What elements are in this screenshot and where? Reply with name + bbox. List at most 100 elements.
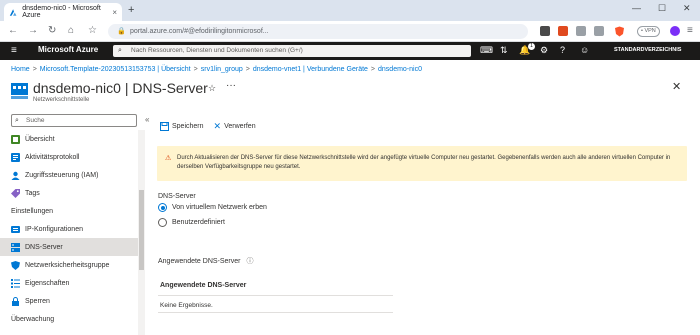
sidebar-item-locks[interactable]: Sperren bbox=[0, 292, 138, 310]
notification-count-badge: 1 bbox=[528, 43, 535, 50]
sidebar-item-properties[interactable]: Eigenschaften bbox=[0, 274, 138, 292]
azure-brand[interactable]: Microsoft Azure bbox=[38, 45, 98, 54]
overview-icon bbox=[11, 134, 20, 144]
help-icon[interactable]: ? bbox=[560, 45, 565, 55]
sidebar-item-label: Netzwerksicherheitsgruppe bbox=[25, 261, 110, 269]
sidebar-item-dns-server[interactable]: DNS-Server bbox=[0, 238, 138, 256]
more-options-icon[interactable]: ··· bbox=[226, 80, 236, 91]
feedback-icon[interactable]: ☺ bbox=[580, 45, 589, 55]
extension-icon[interactable] bbox=[540, 26, 550, 36]
cloud-shell-icon[interactable]: ⌨ bbox=[480, 45, 493, 56]
dns-server-icon bbox=[11, 242, 20, 252]
applied-dns-table: Angewendete DNS-Server Keine Ergebnisse. bbox=[158, 279, 393, 313]
minimize-window-button[interactable]: — bbox=[632, 3, 641, 13]
warning-icon: ⚠ bbox=[165, 155, 172, 162]
close-window-button[interactable]: ✕ bbox=[683, 3, 691, 14]
radio-custom-label: Benutzerdefiniert bbox=[172, 219, 225, 226]
browser-tab-strip: dnsdemo-nic0 - Microsoft Azure × + — ☐ ✕ bbox=[0, 0, 700, 21]
sidebar-item-iam[interactable]: Zugriffssteuerung (IAM) bbox=[0, 166, 138, 184]
sidebar-item-label: Eigenschaften bbox=[25, 279, 70, 287]
radio-inherit-label: Von virtuellem Netzwerk erben bbox=[172, 204, 267, 211]
dns-server-label: DNS-Server bbox=[158, 193, 196, 200]
azure-top-bar: ≡ Microsoft Azure ⌕ Nach Ressourcen, Die… bbox=[0, 42, 700, 60]
breadcrumb-deployment[interactable]: Microsoft.Template-20230513153753 | Über… bbox=[40, 66, 191, 73]
back-button[interactable]: ← bbox=[8, 25, 18, 36]
network-interface-icon bbox=[11, 83, 28, 99]
discard-x-icon: ✕ bbox=[213, 121, 222, 131]
applied-dns-heading: Angewendete DNS-Server ⓘ bbox=[158, 256, 253, 266]
maximize-window-button[interactable]: ☐ bbox=[658, 3, 666, 14]
new-tab-button[interactable]: + bbox=[128, 4, 134, 16]
discard-label: Verwerfen bbox=[224, 123, 256, 130]
save-button[interactable]: Speichern bbox=[160, 122, 204, 131]
bookmark-page-button[interactable]: ☆ bbox=[88, 25, 97, 36]
lock-icon bbox=[12, 296, 19, 306]
forward-button[interactable]: → bbox=[28, 25, 38, 36]
url-text: portal.azure.com/#@efodirilingitonmicros… bbox=[130, 28, 269, 35]
profile-avatar[interactable] bbox=[670, 26, 680, 36]
activity-log-icon bbox=[11, 152, 20, 162]
brave-shield-icon[interactable] bbox=[614, 26, 625, 37]
iam-icon bbox=[11, 171, 20, 180]
radio-unselected-icon bbox=[158, 218, 167, 227]
global-search-input[interactable]: ⌕ Nach Ressourcen, Diensten und Dokument… bbox=[113, 45, 471, 57]
warning-text: Durch Aktualisieren der DNS-Server für d… bbox=[177, 155, 671, 170]
sidebar-item-ip-configurations[interactable]: IP-Konfigurationen bbox=[0, 220, 138, 238]
discard-button[interactable]: ✕ Verwerfen bbox=[214, 121, 256, 132]
reload-button[interactable]: ↻ bbox=[48, 25, 56, 36]
browser-menu-icon[interactable]: ≡ bbox=[687, 25, 693, 36]
close-blade-icon[interactable]: ✕ bbox=[672, 80, 681, 93]
properties-icon bbox=[11, 278, 20, 288]
portal-menu-icon[interactable]: ≡ bbox=[11, 45, 17, 56]
breadcrumb-resource-group[interactable]: srv1lin_group bbox=[201, 66, 243, 73]
directory-name[interactable]: STANDARDVERZEICHNIS bbox=[614, 47, 681, 53]
breadcrumb-nic[interactable]: dnsdemo-nic0 bbox=[378, 66, 422, 73]
settings-gear-icon[interactable]: ⚙ bbox=[540, 45, 548, 56]
sidebar-section-monitoring: Überwachung bbox=[11, 315, 55, 323]
sidebar-item-nsg[interactable]: Netzwerksicherheitsgruppe bbox=[0, 256, 138, 274]
sidebar-scrollbar-thumb[interactable] bbox=[139, 190, 144, 270]
search-icon: ⌕ bbox=[118, 47, 122, 54]
lock-icon: 🔒 bbox=[117, 28, 126, 35]
sidebar-search-placeholder: Suche bbox=[26, 117, 45, 124]
radio-custom[interactable]: Benutzerdefiniert bbox=[158, 218, 225, 227]
breadcrumb-vnet[interactable]: dnsdemo-vnet1 | Verbundene Geräte bbox=[253, 66, 368, 73]
directory-filter-icon[interactable]: ⇅ bbox=[500, 45, 508, 56]
sidebar-item-label: Zugriffssteuerung (IAM) bbox=[25, 171, 99, 179]
collapse-sidebar-icon[interactable]: « bbox=[145, 115, 149, 124]
breadcrumb: Home > Microsoft.Template-20230513153753 |… bbox=[11, 66, 422, 73]
breadcrumb-separator: > bbox=[32, 66, 37, 73]
puzzle-icon[interactable] bbox=[576, 26, 586, 36]
info-icon[interactable]: ⓘ bbox=[246, 258, 253, 265]
ip-config-icon bbox=[11, 225, 20, 233]
applied-dns-label: Angewendete DNS-Server bbox=[158, 258, 241, 265]
radio-selected-icon bbox=[158, 203, 167, 212]
search-icon: ⌕ bbox=[15, 117, 19, 124]
home-button[interactable]: ⌂ bbox=[68, 25, 74, 36]
browser-tab-title: dnsdemo-nic0 - Microsoft Azure bbox=[22, 5, 101, 19]
sidebar-toggle-icon[interactable] bbox=[594, 26, 604, 36]
restart-warning-banner: ⚠ Durch Aktualisieren der DNS-Server für… bbox=[157, 146, 687, 181]
global-search-placeholder: Nach Ressourcen, Diensten und Dokumenten… bbox=[131, 47, 303, 54]
browser-toolbar: ← → ↻ ⌂ ☆ 🔒 portal.azure.com/#@efodirili… bbox=[0, 21, 700, 42]
extension-icon[interactable] bbox=[558, 26, 568, 36]
sidebar-item-activity-log[interactable]: Aktivitätsprotokoll bbox=[0, 148, 138, 166]
address-bar[interactable]: 🔒 portal.azure.com/#@efodirilingitonmicr… bbox=[108, 24, 528, 39]
radio-inherit-from-vnet[interactable]: Von virtuellem Netzwerk erben bbox=[158, 203, 267, 212]
nsg-icon bbox=[11, 260, 20, 270]
sidebar-item-label: Sperren bbox=[25, 297, 50, 305]
vpn-button[interactable]: • VPN bbox=[637, 26, 660, 37]
sidebar-item-overview[interactable]: Übersicht bbox=[0, 130, 138, 148]
sidebar-item-label: Übersicht bbox=[25, 135, 55, 143]
azure-favicon-icon bbox=[9, 8, 17, 16]
close-tab-icon[interactable]: × bbox=[112, 8, 117, 17]
sidebar-search-input[interactable]: ⌕ Suche bbox=[11, 114, 137, 127]
breadcrumb-home[interactable]: Home bbox=[11, 66, 30, 73]
sidebar-item-label: DNS-Server bbox=[25, 243, 63, 251]
table-header: Angewendete DNS-Server bbox=[158, 279, 393, 296]
pin-star-icon[interactable]: ☆ bbox=[208, 83, 216, 94]
browser-tab[interactable]: dnsdemo-nic0 - Microsoft Azure × bbox=[4, 3, 122, 21]
sidebar-section-settings: Einstellungen bbox=[11, 207, 54, 215]
sidebar-item-tags[interactable]: Tags bbox=[0, 184, 138, 202]
page-subtitle: Netzwerkschnittstelle bbox=[33, 97, 90, 103]
